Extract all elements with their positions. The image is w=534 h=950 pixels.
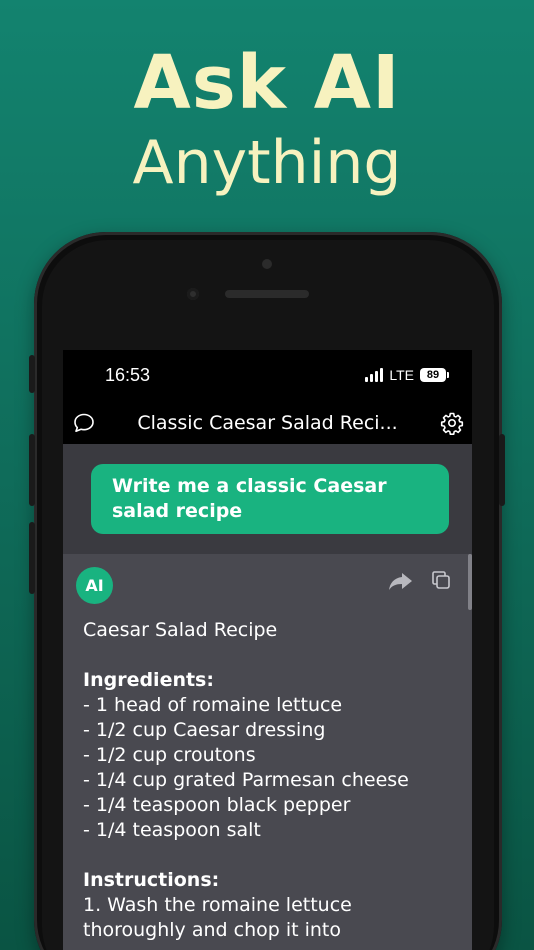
ingredient-item: - 1 head of romaine lettuce <box>83 694 343 716</box>
chat-bubble-icon[interactable] <box>72 411 96 435</box>
conversation-title: Classic Caesar Salad Reci... <box>137 412 398 434</box>
mute-switch <box>29 355 35 393</box>
ai-avatar: AI <box>76 567 113 604</box>
front-camera <box>187 288 199 300</box>
earpiece-speaker <box>225 290 309 298</box>
ai-message-text: Caesar Salad Recipe Ingredients: - 1 hea… <box>83 618 463 943</box>
promo-headline: Ask AI Anything <box>0 38 534 198</box>
volume-down-button <box>29 522 35 594</box>
phone-screen: 16:53 LTE 89 Classic Caesar Salad Reci..… <box>63 350 472 950</box>
instructions-heading: Instructions: <box>83 869 220 891</box>
ingredients-heading: Ingredients: <box>83 669 214 691</box>
user-message-row: Write me a classic Caesar salad recipe <box>63 444 472 554</box>
sensor-dot <box>262 259 272 269</box>
ingredient-item: - 1/4 teaspoon salt <box>83 819 261 841</box>
battery-icon: 89 <box>420 368 449 382</box>
battery-level: 89 <box>426 369 440 381</box>
status-indicators: LTE 89 <box>365 367 449 383</box>
recipe-title: Caesar Salad Recipe <box>83 619 278 641</box>
instruction-line: 1. Wash the romaine lettuce <box>83 894 352 916</box>
ai-message-card: AI Caesar Salad Recipe Ingredients: - 1 … <box>63 554 472 950</box>
copy-icon[interactable] <box>429 568 453 592</box>
status-bar: 16:53 LTE 89 <box>63 350 472 402</box>
promo-line-2: Anything <box>132 128 402 198</box>
nav-bar: Classic Caesar Salad Reci... <box>63 402 472 444</box>
status-time: 16:53 <box>105 365 151 385</box>
network-label: LTE <box>389 367 414 383</box>
volume-up-button <box>29 434 35 506</box>
ingredient-item: - 1/2 cup Caesar dressing <box>83 719 326 741</box>
promo-line-1: Ask AI <box>133 40 401 126</box>
user-message-bubble[interactable]: Write me a classic Caesar salad recipe <box>91 464 449 534</box>
power-button <box>499 434 505 506</box>
gear-icon[interactable] <box>440 411 464 435</box>
instruction-line: thoroughly and chop it into <box>83 919 342 941</box>
ingredient-item: - 1/2 cup croutons <box>83 744 256 766</box>
ingredient-item: - 1/4 teaspoon black pepper <box>83 794 351 816</box>
scrollbar[interactable] <box>468 554 472 610</box>
signal-icon <box>365 368 384 382</box>
share-arrow-icon[interactable] <box>386 570 414 594</box>
ingredient-item: - 1/4 cup grated Parmesan cheese <box>83 769 409 791</box>
